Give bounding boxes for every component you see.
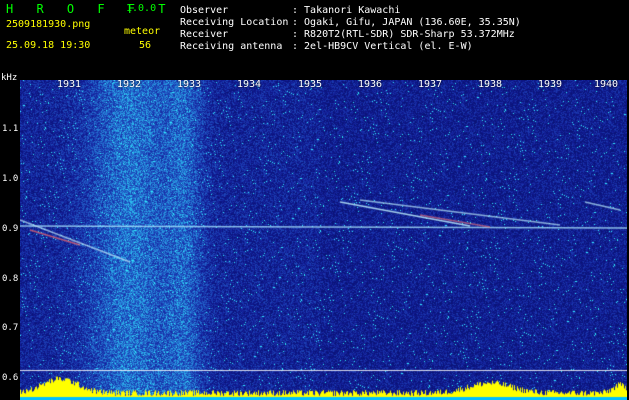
y-tick-label: 0.9	[2, 224, 19, 234]
filename-label: 2509181930.png	[6, 19, 91, 30]
antenna-value: : 2el-HB9CV Vertical (el. E-W)	[292, 41, 473, 52]
y-axis-unit: kHz	[1, 73, 18, 83]
location-label: Receiving Location	[180, 17, 289, 28]
app-version: 1.0.0	[126, 3, 157, 14]
y-tick-label: 1.0	[2, 174, 19, 184]
y-tick-label: 0.8	[2, 274, 19, 284]
x-tick-label: 1940	[594, 79, 619, 90]
receiver-label: Receiver	[180, 29, 229, 40]
header-panel: H R O F F T 1.0.0 2509181930.png meteor …	[0, 0, 629, 70]
x-tick-label: 1932	[117, 79, 142, 90]
x-tick-label: 1938	[478, 79, 503, 90]
observer-label: Observer	[180, 5, 229, 16]
x-tick-label: 1934	[237, 79, 262, 90]
x-tick-label: 1937	[418, 79, 443, 90]
x-tick-label: 1931	[57, 79, 82, 90]
x-tick-label: 1935	[298, 79, 323, 90]
spectrogram-canvas	[20, 80, 627, 400]
x-tick-label: 1933	[177, 79, 202, 90]
x-tick-label: 1936	[358, 79, 383, 90]
receiver-value: : R820T2(RTL-SDR) SDR-Sharp 53.372MHz	[292, 29, 515, 40]
observer-value: : Takanori Kawachi	[292, 5, 401, 16]
y-tick-label: 0.6	[2, 373, 19, 383]
datetime-label: 25.09.18 19:30	[6, 40, 91, 51]
meteor-label: meteor	[124, 26, 161, 37]
y-tick-label: 1.1	[2, 124, 19, 134]
meteor-count: 56	[139, 40, 152, 51]
location-value: : Ogaki, Gifu, JAPAN (136.60E, 35.35N)	[292, 17, 521, 28]
y-tick-label: 0.7	[2, 323, 19, 333]
spectrogram-plot	[20, 80, 627, 400]
x-tick-label: 1939	[538, 79, 563, 90]
antenna-label: Receiving antenna	[180, 41, 283, 52]
